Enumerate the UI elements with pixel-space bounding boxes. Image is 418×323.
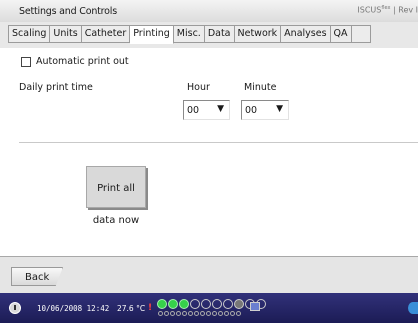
sample-dark-icon [234,299,244,309]
alert-icon: ! [148,303,153,313]
status-bar: 10/06/2008 12:42 27.6 °C ! [0,293,418,323]
tab-analyses[interactable]: Analyses [281,25,331,43]
sample-empty-icon [223,299,233,309]
sample-slot-icon [224,311,229,316]
hour-value: 00 [187,105,200,116]
sample-slot-icon [236,311,241,316]
hour-select[interactable]: 00 ▼ [183,100,230,120]
hour-label: Hour [187,82,210,93]
sample-slot-icon [218,311,223,316]
tab-data[interactable]: Data [204,25,235,43]
printing-panel: Automatic print out Daily print time Hou… [0,48,418,256]
arrow-down-icon: ▼ [217,104,224,114]
sample-slot-icon [200,311,205,316]
tabs: Scaling Units Catheter Printing Misc. Data Net… [8,25,371,44]
arrow-down-icon: ▼ [276,104,283,114]
print-all-data-button[interactable]: Print all data now [86,166,146,226]
sample-filled-icon [179,299,189,309]
sample-empty-icon [212,299,222,309]
back-button[interactable]: Back [11,267,63,286]
tab-catheter[interactable]: Catheter [81,25,131,43]
sample-position-dots [158,311,241,316]
sample-slot-icon [176,311,181,316]
minute-value: 00 [245,105,258,116]
auto-print-option[interactable]: Automatic print out [21,56,129,67]
sample-empty-icon [190,299,200,309]
tab-qa[interactable]: QA [330,25,352,43]
tab-network[interactable]: Network [234,25,282,43]
auto-print-label: Automatic print out [36,56,129,67]
auto-print-checkbox[interactable] [21,56,31,67]
tab-printing[interactable]: Printing [130,25,174,44]
sample-slot-icon [212,311,217,316]
title-bar: Settings and Controls ISCUSflex | Rev I [0,0,418,23]
monitor-icon [250,302,260,311]
sample-slot-icon [182,311,187,316]
sample-empty-icon [201,299,211,309]
brand-logo: ISCUSflex | Rev I [357,5,418,15]
tab-units[interactable]: Units [50,25,82,43]
daily-print-time-label: Daily print time [19,82,93,93]
sample-slot-icon [158,311,163,316]
divider [19,142,418,143]
sample-slot-icon [206,311,211,316]
sample-slot-icon [194,311,199,316]
tab-scaling[interactable]: Scaling [8,25,51,43]
sample-slot-icon [164,311,169,316]
window-title: Settings and Controls [19,6,117,17]
navigation-bar: Back [0,256,418,294]
sample-filled-icon [168,299,178,309]
minute-select[interactable]: 00 ▼ [241,100,289,120]
network-globe-icon [408,302,418,314]
tab-empty [351,25,371,43]
sample-slot-icon [230,311,235,316]
tab-misc[interactable]: Misc. [173,25,205,43]
sample-filled-icon [157,299,167,309]
minute-label: Minute [244,82,277,93]
power-icon[interactable] [9,302,21,314]
sample-slot-icon [170,311,175,316]
status-datetime: 10/06/2008 12:42 [37,304,110,313]
tab-bar: Scaling Units Catheter Printing Misc. Data Net… [0,22,418,49]
sample-slot-icon [188,311,193,316]
status-temperature: 27.6 °C [117,304,146,313]
